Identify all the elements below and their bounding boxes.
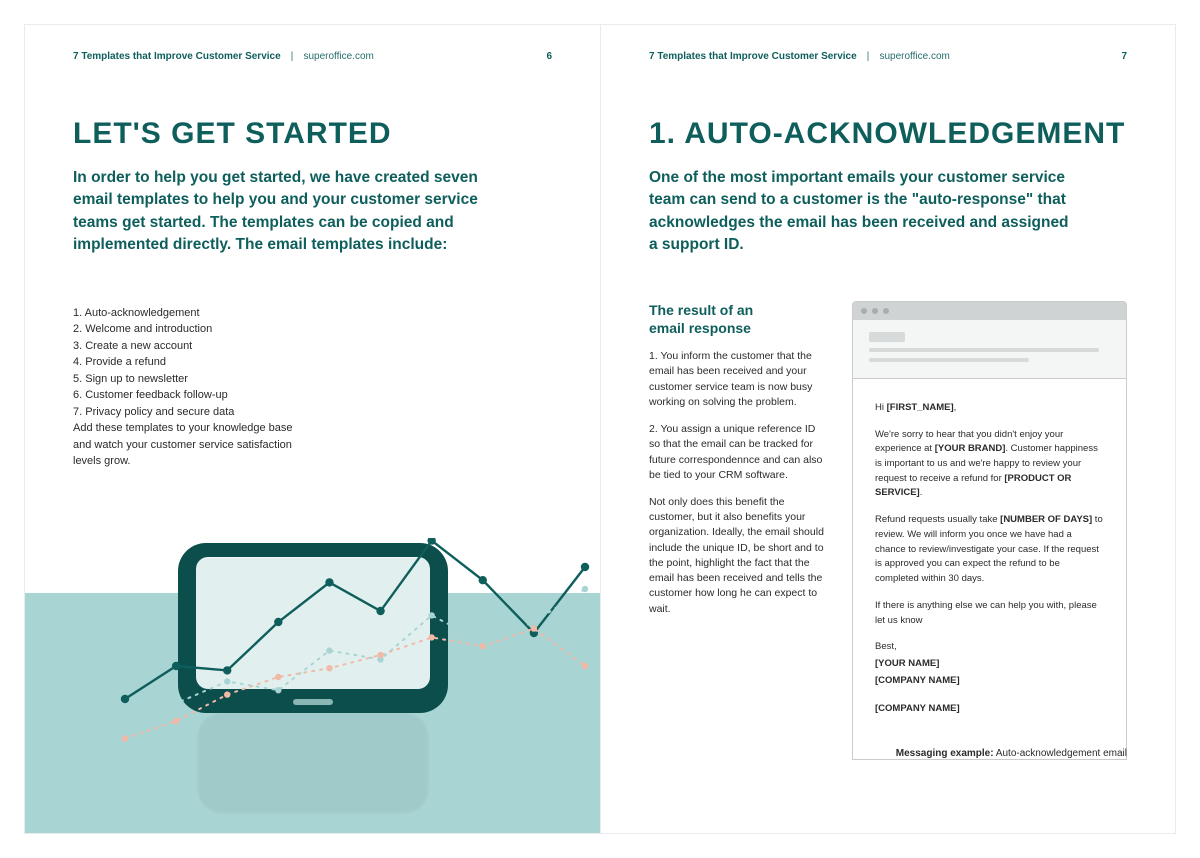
window-dot-icon (883, 308, 889, 314)
section-heading: The result of an email response (649, 301, 824, 337)
running-header-left: 7 Templates that Improve Customer Servic… (73, 51, 552, 62)
separator: | (291, 51, 294, 62)
intro-paragraph: In order to help you get started, we hav… (73, 167, 493, 257)
body-paragraph: Not only does this benefit the customer,… (649, 495, 824, 617)
email-paragraph: Refund requests usually take [NUMBER OF … (875, 513, 1104, 587)
left-column-text: The result of an email response 1. You i… (649, 301, 824, 760)
email-header-placeholder (853, 320, 1126, 378)
figure-caption: Messaging example: Auto-acknowledgement … (896, 748, 1127, 759)
email-signature: Best, [YOUR NAME] [COMPANY NAME] (875, 640, 1104, 688)
window-dot-icon (861, 308, 867, 314)
content-columns: The result of an email response 1. You i… (649, 301, 1127, 760)
page-title: 1. AUTO-ACKNOWLEDGEMENT (649, 119, 1127, 149)
body-paragraph: 2. You assign a unique reference ID so t… (649, 422, 824, 483)
email-paragraph: If there is anything else we can help yo… (875, 599, 1104, 628)
doc-title: 7 Templates that Improve Customer Servic… (649, 51, 857, 62)
list-item: 3. Create a new account (73, 338, 552, 355)
template-list: 1. Auto-acknowledgement 2. Welcome and i… (73, 305, 552, 470)
browser-titlebar (853, 302, 1126, 320)
placeholder-line (869, 358, 1029, 362)
email-body: Hi [FIRST_NAME], We're sorry to hear tha… (852, 379, 1127, 760)
list-item: 7. Privacy policy and secure data (73, 404, 552, 421)
email-company-footer: [COMPANY NAME] (875, 702, 1104, 717)
browser-chrome (852, 301, 1127, 379)
list-item: 5. Sign up to newsletter (73, 371, 552, 388)
site-label: superoffice.com (303, 51, 373, 62)
email-greeting: Hi [FIRST_NAME], (875, 401, 1104, 416)
placeholder-line (869, 332, 905, 342)
page-right: 7 Templates that Improve Customer Servic… (600, 25, 1175, 833)
list-item: 1. Auto-acknowledgement (73, 305, 552, 322)
page-number-left: 6 (546, 51, 552, 62)
page-left: 7 Templates that Improve Customer Servic… (25, 25, 600, 833)
body-paragraph: 1. You inform the customer that the emai… (649, 349, 824, 410)
running-header-right: 7 Templates that Improve Customer Servic… (649, 51, 1085, 62)
illustration (25, 538, 600, 833)
page-spread: 7 Templates that Improve Customer Servic… (24, 24, 1176, 834)
placeholder-line (869, 348, 1099, 352)
list-item: 4. Provide a refund (73, 354, 552, 371)
window-dot-icon (872, 308, 878, 314)
page-title: LET'S GET STARTED (73, 119, 552, 149)
line-chart (115, 538, 595, 753)
list-item: 6. Customer feedback follow-up (73, 387, 552, 404)
doc-title: 7 Templates that Improve Customer Servic… (73, 51, 281, 62)
document-spread: 7 Templates that Improve Customer Servic… (0, 0, 1200, 858)
separator: | (867, 51, 870, 62)
email-paragraph: We're sorry to hear that you didn't enjo… (875, 428, 1104, 502)
list-item: 2. Welcome and introduction (73, 321, 552, 338)
intro-paragraph: One of the most important emails your cu… (649, 167, 1079, 257)
after-list-paragraph: Add these templates to your knowledge ba… (73, 420, 313, 470)
site-label: superoffice.com (879, 51, 949, 62)
email-preview: Hi [FIRST_NAME], We're sorry to hear tha… (852, 301, 1127, 760)
section-heading-line: email response (649, 320, 751, 336)
section-heading-line: The result of an (649, 302, 753, 318)
page-number-right: 7 (1121, 51, 1127, 62)
